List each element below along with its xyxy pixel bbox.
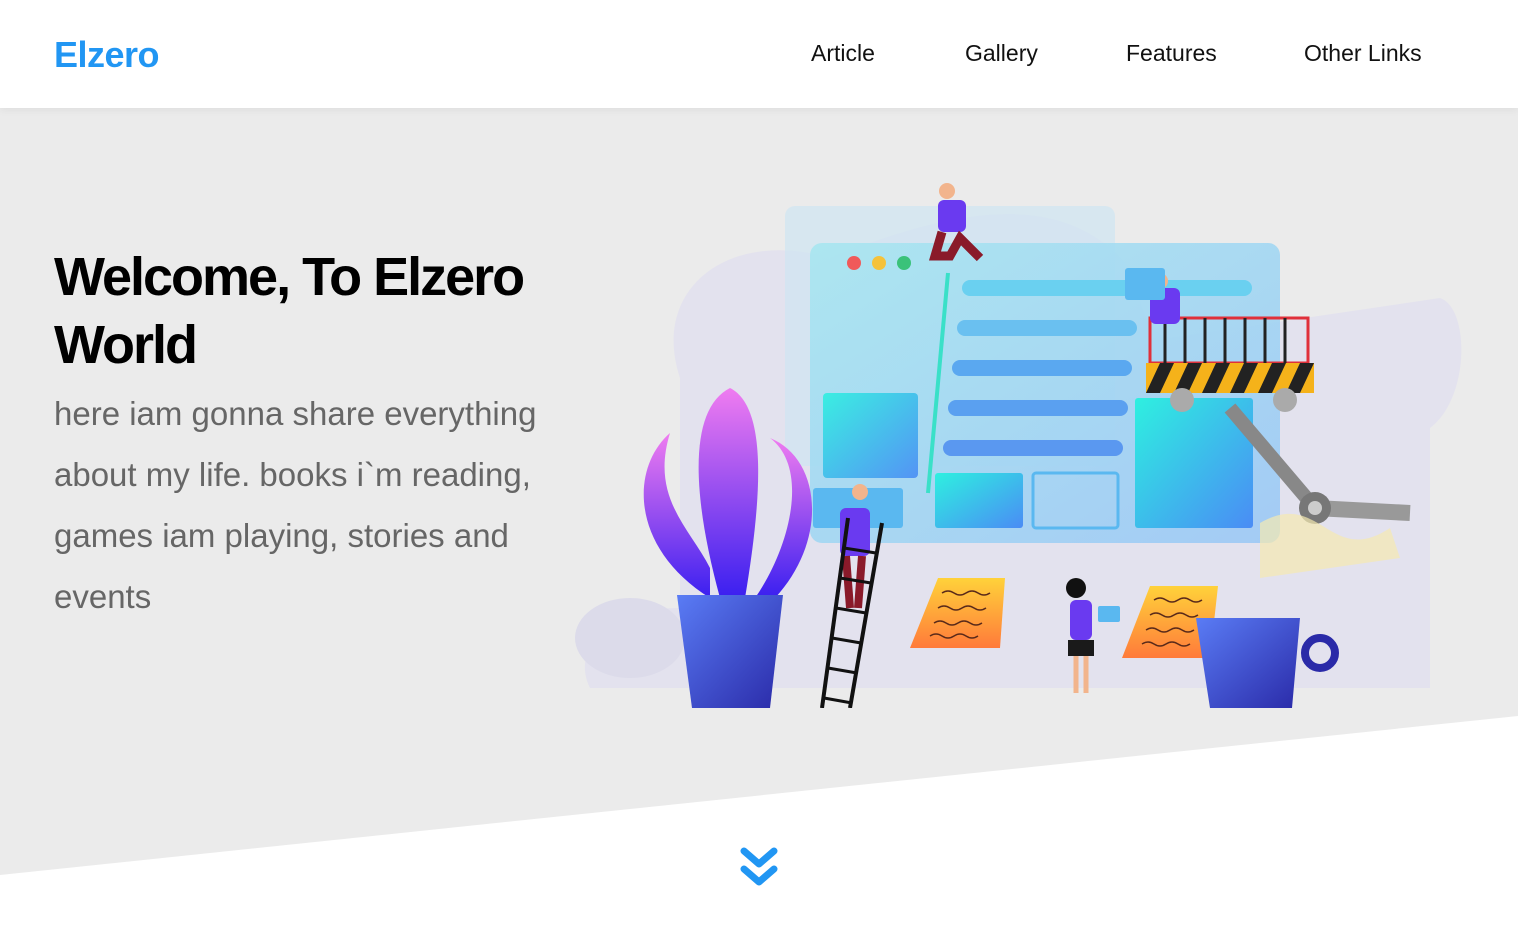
nav-link-features[interactable]: Features <box>1126 40 1217 67</box>
hero-section: Welcome, To Elzero World here iam gonna … <box>0 108 1518 875</box>
nav-link-other-links[interactable]: Other Links <box>1304 40 1422 67</box>
hero-illustration <box>575 183 1462 708</box>
double-chevron-down-icon[interactable] <box>738 846 780 890</box>
nav-link-gallery[interactable]: Gallery <box>965 40 1038 67</box>
site-header: Elzero Article Gallery Features Other Li… <box>0 0 1518 108</box>
nav-link-article[interactable]: Article <box>811 40 875 67</box>
hero-title: Welcome, To Elzero World <box>54 247 525 375</box>
hero-description: here iam gonna share everything about my… <box>54 395 537 615</box>
main-nav: Article Gallery Features Other Links <box>0 40 1518 70</box>
